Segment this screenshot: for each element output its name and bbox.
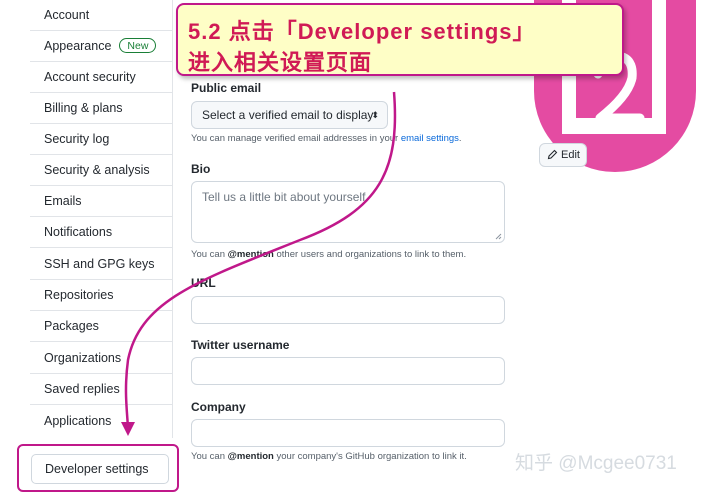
watermark: 知乎 @Mcgee0731: [515, 453, 677, 474]
callout-line-2: 进入相关设置页面: [188, 50, 373, 75]
instruction-callout: 5.2 点击「Developer settings」 进入相关设置页面: [176, 3, 624, 76]
callout-line-1: 5.2 点击「Developer settings」: [188, 19, 536, 44]
